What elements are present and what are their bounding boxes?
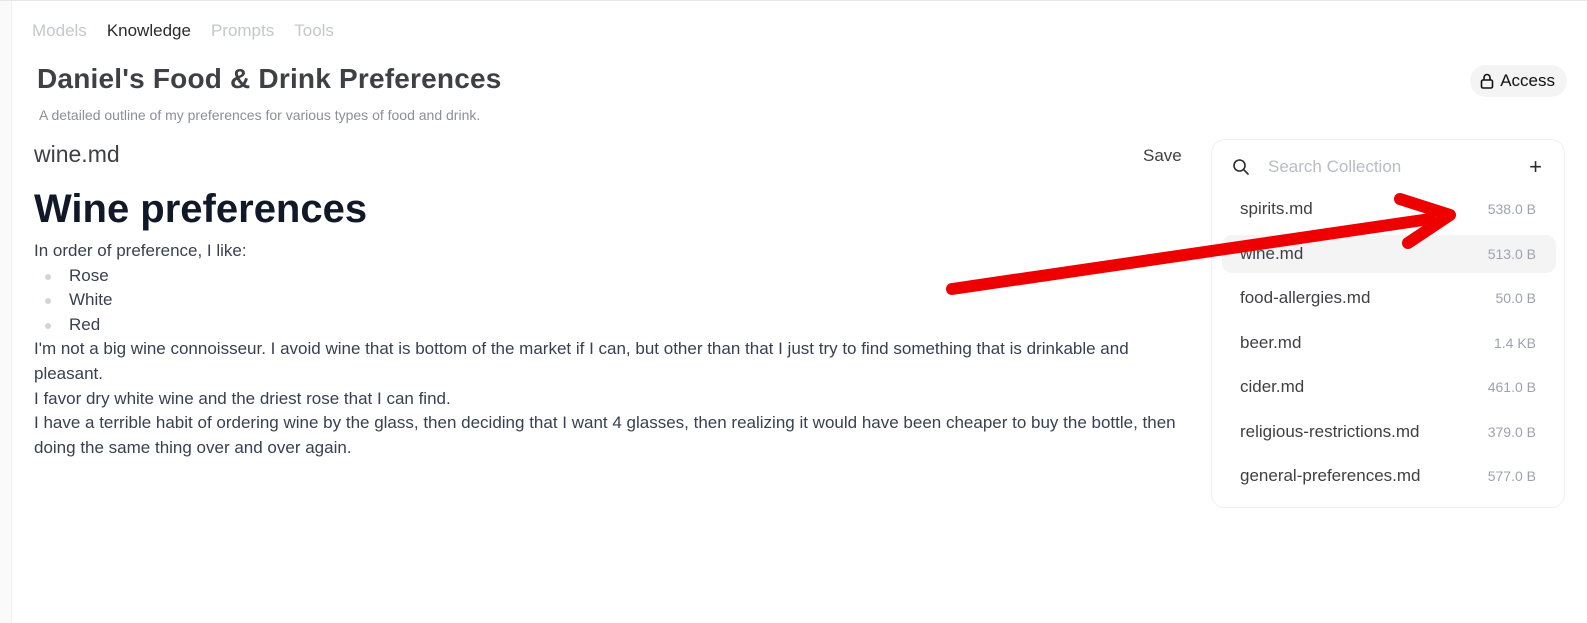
document-filename: wine.md	[34, 141, 120, 167]
file-name: wine.md	[1240, 243, 1304, 263]
collection-title[interactable]: Daniel's Food & Drink Preferences	[37, 63, 502, 95]
file-size: 379.0 B	[1487, 423, 1536, 440]
file-row-spirits[interactable]: spirits.md 538.0 B	[1222, 190, 1556, 228]
file-row-general-preferences[interactable]: general-preferences.md 577.0 B	[1222, 457, 1556, 495]
lock-icon	[1480, 73, 1494, 89]
file-size: 1.4 KB	[1493, 334, 1536, 351]
list-item: Rose	[45, 264, 1186, 289]
file-name: general-preferences.md	[1240, 466, 1421, 485]
file-list: spirits.md 538.0 B wine.md 513.0 B food-…	[1222, 190, 1556, 502]
collection-description[interactable]: A detailed outline of my preferences for…	[39, 107, 480, 123]
document-heading: Wine preferences	[34, 187, 368, 231]
app-frame: Models Knowledge Prompts Tools Daniel's …	[0, 0, 1587, 623]
document-paragraph: I have a terrible habit of ordering wine…	[34, 413, 1176, 457]
preference-list: Rose White Red	[34, 264, 1186, 338]
save-button[interactable]: Save	[1143, 146, 1182, 166]
file-row-cider[interactable]: cider.md 461.0 B	[1222, 368, 1556, 406]
document-editor[interactable]: Wine preferences In order of preference,…	[34, 183, 1186, 460]
tab-models[interactable]: Models	[32, 21, 87, 41]
file-name: food-allergies.md	[1240, 288, 1371, 307]
file-row-beer[interactable]: beer.md 1.4 KB	[1222, 324, 1556, 362]
file-name: cider.md	[1240, 377, 1305, 396]
file-size: 461.0 B	[1487, 379, 1536, 395]
collection-panel: + spirits.md 538.0 B wine.md 513.0 B foo…	[1211, 139, 1565, 508]
file-row-religious-restrictions[interactable]: religious-restrictions.md 379.0 B	[1222, 413, 1556, 451]
document-paragraph: I favor dry white wine and the driest ro…	[34, 388, 451, 408]
search-bar: +	[1232, 154, 1546, 180]
file-name: spirits.md	[1240, 199, 1313, 218]
tab-tools[interactable]: Tools	[294, 21, 334, 41]
file-size: 513.0 B	[1487, 245, 1536, 262]
left-rail	[0, 1, 12, 623]
file-size: 538.0 B	[1487, 201, 1536, 217]
document-intro: In order of preference, I like:	[34, 241, 247, 260]
workspace-tabs: Models Knowledge Prompts Tools	[32, 21, 334, 41]
file-size: 50.0 B	[1495, 290, 1536, 306]
search-icon	[1233, 159, 1249, 175]
file-row-wine[interactable]: wine.md 513.0 B	[1222, 234, 1556, 273]
search-input[interactable]	[1266, 156, 1510, 178]
document-paragraph: I'm not a big wine connoisseur. I avoid …	[34, 339, 1129, 383]
file-row-food-allergies[interactable]: food-allergies.md 50.0 B	[1222, 279, 1556, 317]
file-size: 577.0 B	[1487, 468, 1536, 484]
list-item: Red	[45, 313, 1186, 338]
access-button[interactable]: Access	[1470, 65, 1567, 97]
list-item: White	[45, 288, 1186, 313]
file-name: beer.md	[1240, 332, 1302, 352]
tab-prompts[interactable]: Prompts	[211, 21, 274, 41]
access-label: Access	[1500, 71, 1555, 90]
tab-knowledge[interactable]: Knowledge	[107, 21, 191, 41]
plus-icon[interactable]: +	[1529, 154, 1542, 180]
file-name: religious-restrictions.md	[1240, 421, 1420, 441]
